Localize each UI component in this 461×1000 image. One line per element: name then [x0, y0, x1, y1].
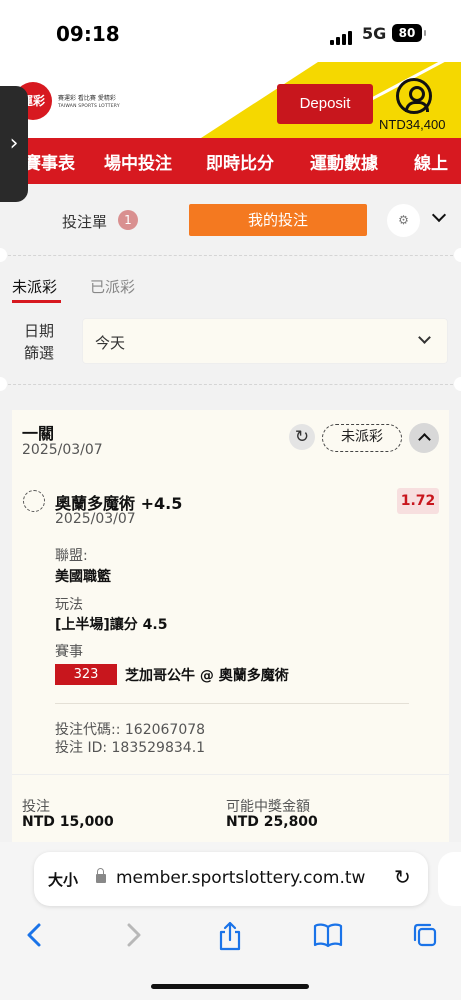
- nav-item-sports-data[interactable]: 運動數據: [310, 149, 378, 174]
- logo-subtitle: TAIWAN SPORTS LOTTERY: [58, 104, 120, 109]
- event-label: 賽事: [55, 644, 83, 660]
- divider: [8, 384, 453, 385]
- divider: [12, 774, 449, 775]
- nav-item-schedule[interactable]: 賽事表: [24, 149, 75, 174]
- market-label: 玩法: [55, 597, 83, 613]
- stake-label: 投注: [22, 799, 50, 815]
- bet-slip-count-badge: 1: [118, 210, 138, 230]
- odds-badge: 1.72: [397, 488, 439, 514]
- deposit-button[interactable]: Deposit: [277, 84, 373, 124]
- gear-icon[interactable]: ⚙: [387, 204, 420, 237]
- back-icon[interactable]: [24, 920, 44, 950]
- league-label: 聯盟:: [55, 548, 88, 564]
- share-icon[interactable]: [216, 920, 244, 952]
- date-filter-label-line1: 日期: [24, 322, 55, 340]
- event-name: 芝加哥公牛 @ 奧蘭多魔術: [125, 668, 289, 684]
- chevron-down-icon: [418, 331, 431, 344]
- forward-icon[interactable]: [124, 920, 144, 950]
- date-filter-value: 今天: [95, 334, 126, 352]
- divider: [55, 703, 409, 704]
- bet-date: 2025/03/07: [22, 442, 103, 458]
- active-tab-indicator: [12, 300, 61, 303]
- network-type: 5G: [362, 24, 387, 43]
- main-nav: 賽事表 場中投注 即時比分 運動數據 線上: [0, 138, 461, 184]
- tabs-icon[interactable]: [410, 920, 440, 950]
- bookmarks-icon[interactable]: [312, 920, 344, 950]
- stake-value: NTD 15,000: [22, 814, 114, 830]
- bet-code: 投注代碼:: 162067078: [55, 722, 206, 738]
- chevron-down-icon[interactable]: [431, 207, 447, 223]
- status-badge: 未派彩: [322, 424, 402, 452]
- signal-icon: [330, 26, 354, 45]
- selection-date: 2025/03/07: [55, 511, 136, 527]
- status-bar: 09:18 5G 80: [0, 0, 461, 62]
- bet-slip-label[interactable]: 投注單: [62, 211, 107, 232]
- nav-item-live-betting[interactable]: 場中投注: [104, 149, 172, 174]
- bet-id: 投注 ID: 183529834.1: [55, 740, 206, 756]
- market-value: [上半場]讓分 4.5: [55, 617, 168, 633]
- clock: 09:18: [56, 22, 120, 46]
- chevron-up-icon[interactable]: [409, 423, 439, 453]
- nav-item-online[interactable]: 線上: [414, 149, 448, 174]
- payout-value: NTD 25,800: [226, 814, 318, 830]
- date-filter-select[interactable]: 今天: [82, 318, 448, 364]
- refresh-icon[interactable]: ↻: [289, 424, 315, 450]
- ticket-notch: [454, 377, 461, 391]
- browser-toolbar: 大小 member.sportslottery.com.tw ↻: [0, 842, 461, 1000]
- account-balance: NTD34,400: [379, 117, 446, 132]
- next-tab-preview[interactable]: [438, 852, 461, 906]
- bet-card: 一關 2025/03/07 ↻ 未派彩 奧蘭多魔術 +4.5 2025/03/0…: [12, 410, 449, 850]
- ticket-notch: [454, 248, 461, 262]
- reload-icon[interactable]: ↻: [394, 865, 411, 889]
- site-header: 運彩 賽運彩 看比賽 愛精彩 TAIWAN SPORTS LOTTERY Dep…: [0, 62, 461, 138]
- date-filter-label-line2: 篩選: [24, 344, 55, 362]
- bet-type: 一關: [22, 424, 55, 443]
- logo-tagline: 賽運彩 看比賽 愛精彩: [58, 95, 116, 102]
- bet-slip-bar: 投注單 1 我的投注 ⚙: [0, 196, 461, 246]
- league-value: 美國職籃: [55, 569, 111, 585]
- url-text[interactable]: member.sportslottery.com.tw: [116, 868, 365, 888]
- user-icon[interactable]: [396, 78, 432, 114]
- divider: [8, 255, 453, 256]
- nav-item-live-scores[interactable]: 即時比分: [206, 149, 274, 174]
- address-bar[interactable]: 大小 member.sportslottery.com.tw ↻: [34, 852, 428, 906]
- home-indicator: [151, 984, 309, 989]
- tab-settled[interactable]: 已派彩: [90, 276, 135, 297]
- selection-status-icon: [23, 490, 45, 512]
- bet-status-tabs: 未派彩 已派彩: [0, 266, 461, 306]
- payout-label: 可能中獎金額: [226, 799, 310, 815]
- my-bets-button[interactable]: 我的投注: [189, 204, 367, 236]
- text-size-button[interactable]: 大小: [48, 869, 78, 890]
- lock-icon: [96, 868, 106, 883]
- ticket-notch: [0, 248, 7, 262]
- tab-unsettled[interactable]: 未派彩: [12, 276, 57, 297]
- chevron-right-icon[interactable]: ›: [0, 86, 28, 202]
- event-id-badge: 323: [55, 664, 117, 685]
- ticket-notch: [0, 377, 7, 391]
- date-filter-label: 日期 篩選: [24, 320, 64, 364]
- battery-icon: 80: [392, 24, 426, 42]
